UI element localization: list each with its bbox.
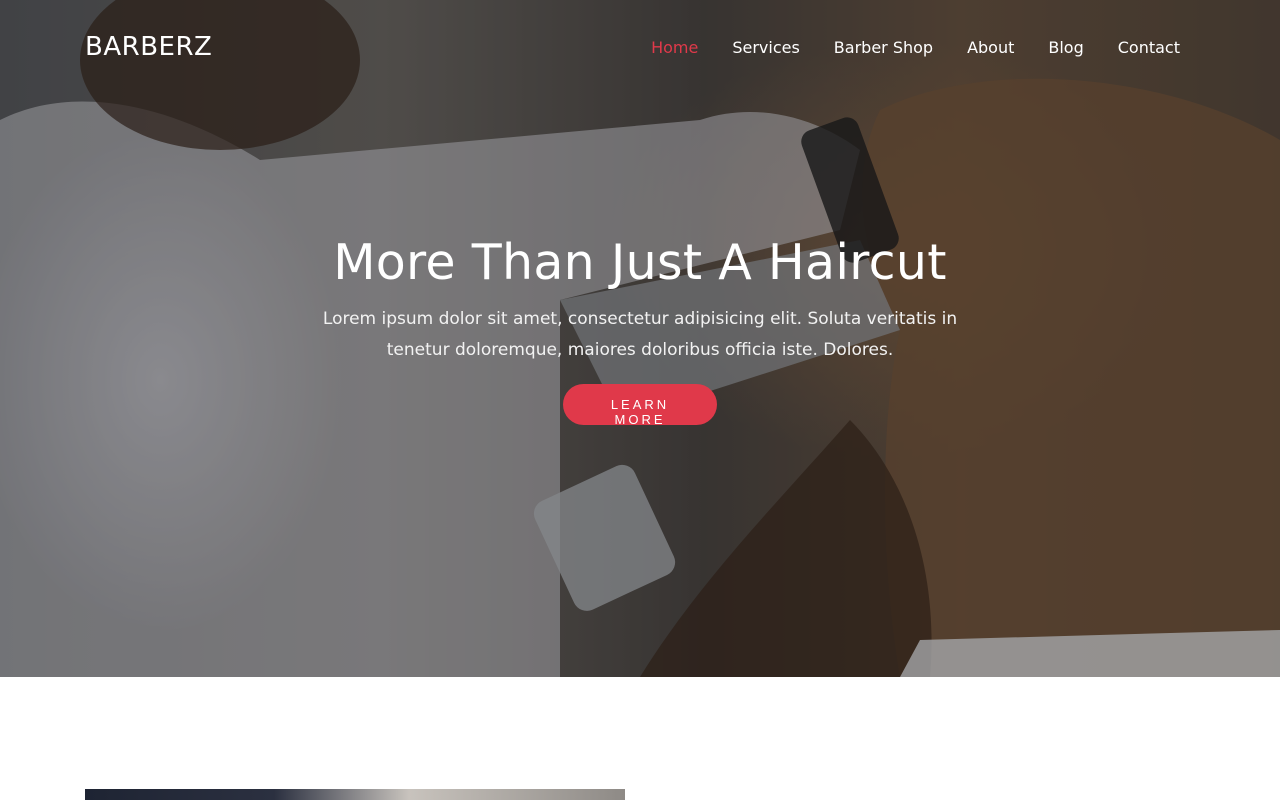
hero-title: More Than Just A Haircut — [333, 234, 947, 291]
hero-description: Lorem ipsum dolor sit amet, consectetur … — [322, 309, 958, 360]
about-section-image — [85, 789, 625, 800]
main-nav: Home Services Barber Shop About Blog Con… — [651, 38, 1180, 57]
nav-item-contact[interactable]: Contact — [1118, 38, 1180, 57]
nav-item-home[interactable]: Home — [651, 38, 698, 57]
nav-item-barber-shop[interactable]: Barber Shop — [834, 38, 933, 57]
nav-item-blog[interactable]: Blog — [1048, 38, 1083, 57]
hero-content: More Than Just A Haircut Lorem ipsum dol… — [290, 230, 990, 428]
brand-logo[interactable]: BARBERZ — [85, 32, 212, 62]
nav-item-about[interactable]: About — [967, 38, 1014, 57]
hero-section: BARBERZ Home Services Barber Shop About … — [0, 0, 1280, 677]
learn-more-button[interactable]: Learn More — [563, 384, 717, 427]
nav-item-services[interactable]: Services — [732, 38, 799, 57]
